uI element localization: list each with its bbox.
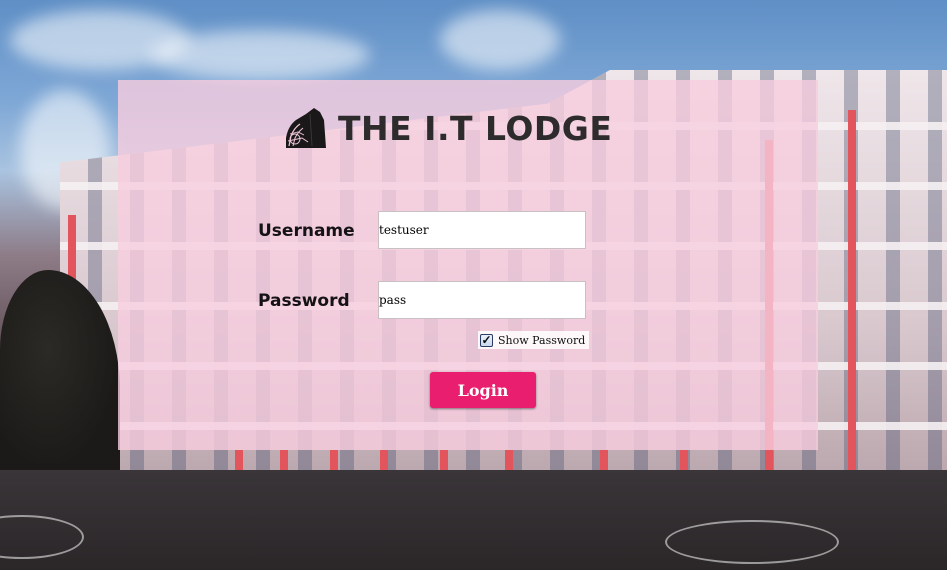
show-password-label: Show Password: [498, 333, 586, 347]
hill-building-logo-icon: [284, 108, 326, 148]
password-input[interactable]: [378, 281, 586, 319]
brand-header: THE I.T LODGE: [284, 105, 612, 151]
password-label: Password: [258, 291, 350, 311]
show-password-toggle[interactable]: ✓ Show Password: [478, 331, 590, 349]
login-panel: THE I.T LODGE Username Password ✓ Show P…: [118, 80, 818, 450]
username-input[interactable]: [378, 211, 586, 249]
login-button[interactable]: Login: [430, 372, 536, 408]
username-label: Username: [258, 221, 355, 241]
show-password-checkbox[interactable]: ✓: [480, 333, 493, 347]
app-title: THE I.T LODGE: [338, 108, 613, 148]
